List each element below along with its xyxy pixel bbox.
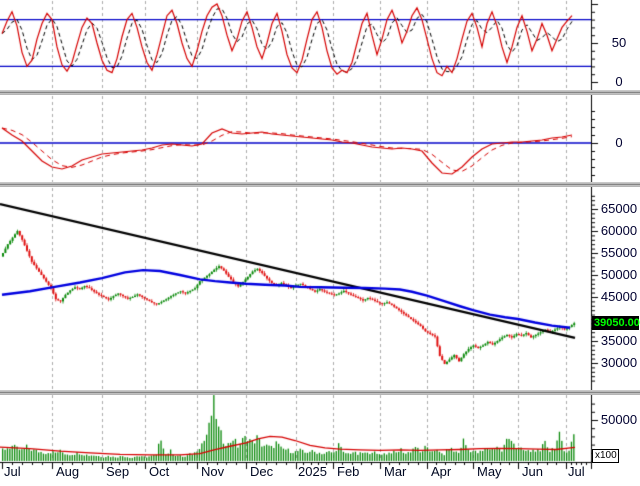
price-tick-label: 55000 xyxy=(600,245,638,260)
price-tick-label: 50000 xyxy=(600,267,638,282)
month-label: Dec xyxy=(250,464,274,479)
month-label: Oct xyxy=(149,464,170,479)
price-tick-label: 45000 xyxy=(600,289,638,304)
panel-splitter-2[interactable] xyxy=(0,182,640,187)
stochastic-panel[interactable] xyxy=(0,0,591,90)
macd-panel[interactable] xyxy=(0,96,591,182)
month-label: Mar xyxy=(384,464,407,479)
month-label: Jul xyxy=(568,464,585,479)
stock-chart-window: 50 0 0 65000 60000 55000 50000 45000 350… xyxy=(0,0,640,486)
last-price-badge: 39050.00 xyxy=(592,316,640,330)
month-label: Jun xyxy=(522,464,543,479)
month-label: Nov xyxy=(201,464,225,479)
price-tick-label: 35000 xyxy=(600,333,638,348)
price-tick-label: 65000 xyxy=(600,201,638,216)
month-label: 2025 xyxy=(298,464,327,479)
volume-panel[interactable] xyxy=(0,395,591,462)
month-label: Aug xyxy=(56,464,80,479)
panel-splitter-3[interactable] xyxy=(0,390,640,395)
stoch-tick-label: 0 xyxy=(615,74,623,89)
month-label: Feb xyxy=(337,464,360,479)
month-label: Jul xyxy=(4,464,21,479)
volume-tick-label: 50000 xyxy=(600,412,638,427)
macd-tick-label: 0 xyxy=(615,135,623,150)
price-panel[interactable] xyxy=(0,188,591,389)
price-tick-label: 30000 xyxy=(600,355,638,370)
month-label: May xyxy=(477,464,502,479)
stoch-tick-label: 50 xyxy=(611,35,627,50)
price-tick-label: 60000 xyxy=(600,223,638,238)
panel-splitter-1[interactable] xyxy=(0,90,640,95)
month-label: Apr xyxy=(431,464,452,479)
x-axis-strip[interactable] xyxy=(0,462,591,486)
month-label: Sep xyxy=(106,464,130,479)
volume-unit-badge: x100 xyxy=(592,449,619,463)
